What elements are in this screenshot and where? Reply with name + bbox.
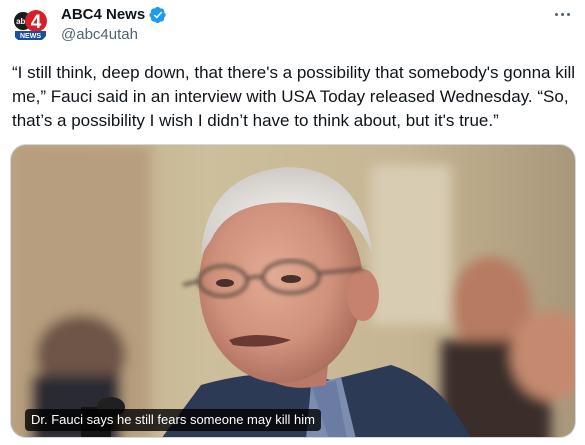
author-display-name[interactable]: ABC4 News <box>61 6 145 24</box>
author-name-row: ABC4 News <box>61 6 167 24</box>
more-options-button[interactable] <box>549 4 575 24</box>
more-options-icon <box>554 12 558 16</box>
abc4-news-logo-icon: abc 4 NEWS <box>10 4 50 44</box>
tweet-media-image[interactable]: Dr. Fauci says he still fears someone ma… <box>10 144 576 438</box>
media-caption: Dr. Fauci says he still fears someone ma… <box>25 409 321 431</box>
tweet-text: “I still think, deep down, that there's … <box>12 63 580 130</box>
fauci-photo-image <box>11 145 575 437</box>
author-handle[interactable]: @abc4utah <box>61 26 138 44</box>
avatar-number-text: 4 <box>31 12 42 33</box>
avatar[interactable]: abc 4 NEWS <box>10 4 50 44</box>
avatar-news-text: NEWS <box>20 33 41 40</box>
verified-badge-icon <box>149 6 166 24</box>
tweet: abc 4 NEWS ABC4 News @abc4utah “I still … <box>0 0 585 445</box>
